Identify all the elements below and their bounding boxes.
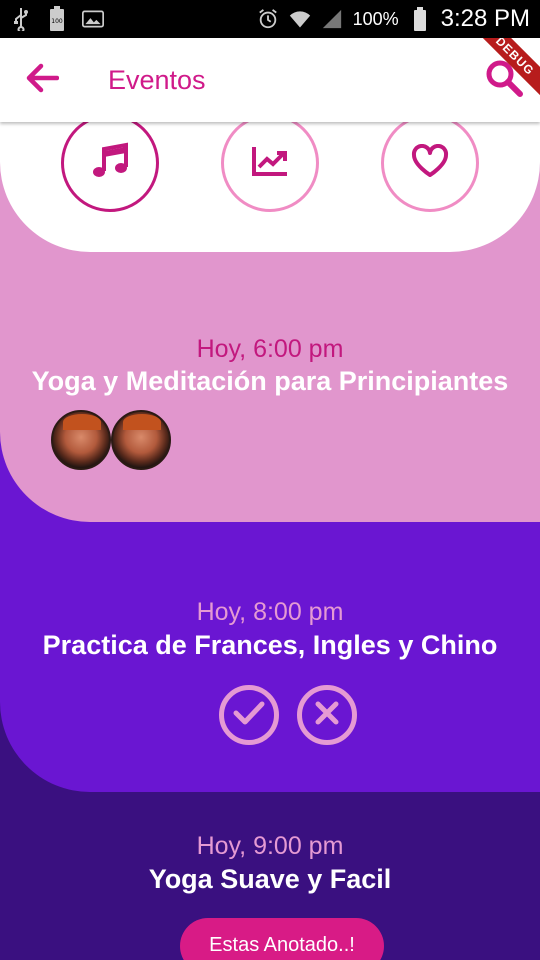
event-3-title: Yoga Suave y Facil (148, 864, 392, 894)
accept-button[interactable] (219, 685, 279, 745)
music-note-icon (90, 141, 130, 186)
arrow-back-icon (25, 63, 60, 98)
page-title: Eventos (108, 64, 206, 95)
category-favorites-button[interactable] (381, 114, 479, 212)
back-button[interactable] (0, 38, 84, 122)
event-3-time: Hoy, 9:00 pm (196, 832, 344, 860)
category-music-button[interactable] (61, 114, 159, 212)
category-trending-button[interactable] (221, 114, 319, 212)
image-icon (82, 8, 104, 30)
svg-text:100: 100 (51, 18, 63, 25)
battery-icon (409, 7, 431, 31)
event-1-title: Yoga y Meditación para Principiantes (31, 366, 509, 396)
usb-icon (10, 8, 32, 31)
wifi-icon (289, 8, 311, 30)
event-2-title: Practica de Frances, Ingles y Chino (42, 630, 498, 660)
trending-up-icon (251, 145, 289, 182)
attendee-avatar (51, 410, 111, 470)
status-bar: 100 100% 3:28 PM (0, 0, 540, 38)
check-icon (233, 700, 265, 731)
clock: 3:28 PM (440, 5, 530, 32)
event-2-time: Hoy, 8:00 pm (196, 598, 344, 626)
attendee-avatar (111, 410, 171, 470)
event-1-time: Hoy, 6:00 pm (196, 335, 344, 363)
alarm-icon (257, 8, 279, 30)
heart-icon (411, 143, 449, 183)
signal-icon (321, 8, 343, 30)
battery-full-small-icon: 100 (46, 6, 68, 31)
battery-percent: 100% (352, 8, 399, 29)
enrolled-button[interactable]: Estas Anotado..! (180, 918, 384, 960)
decline-button[interactable] (297, 685, 357, 745)
app-bar: Eventos DEBUG (0, 38, 540, 122)
close-icon (314, 700, 340, 731)
